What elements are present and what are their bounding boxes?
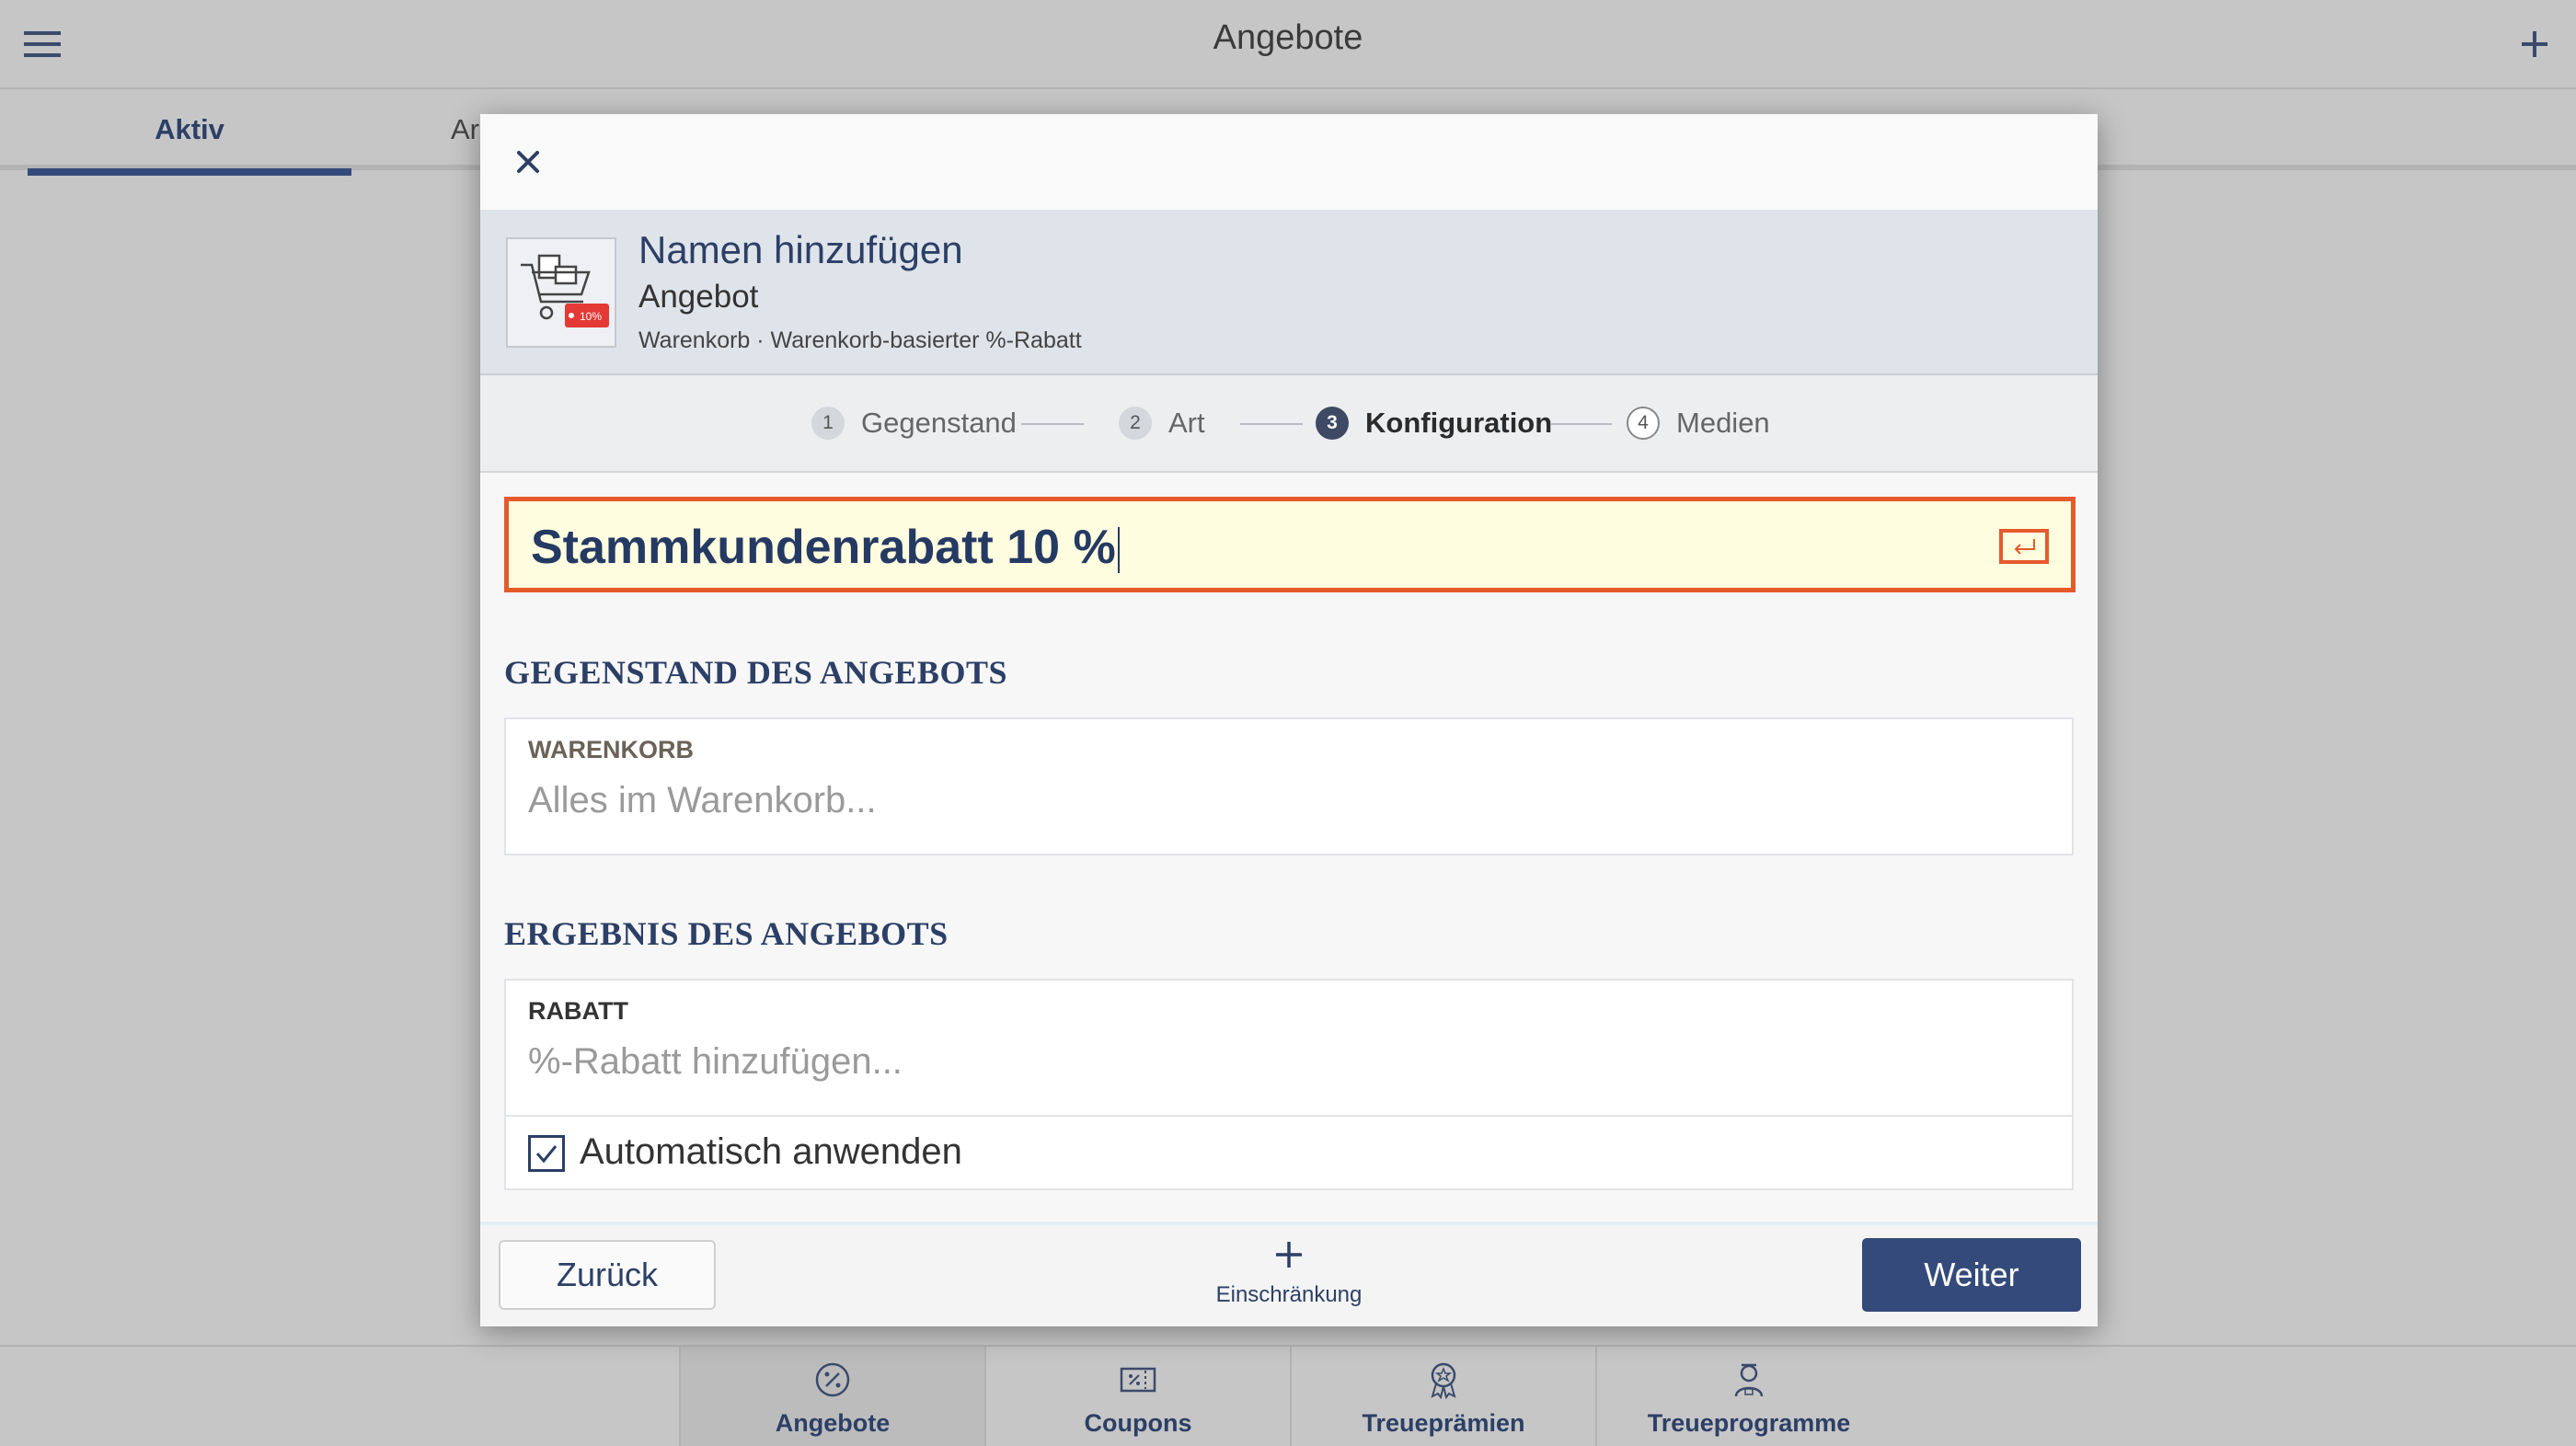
next-button[interactable]: Weiter [1862, 1238, 2081, 1312]
step-number: 3 [1316, 407, 1349, 440]
dialog-toolbar [480, 114, 2098, 210]
section-title-subject: GEGENSTAND DES ANGEBOTS [504, 654, 1007, 691]
nav-label: Coupons [1084, 1409, 1192, 1437]
badge-text: 10% [580, 310, 602, 323]
back-button[interactable]: Zurück [499, 1240, 716, 1310]
step-art[interactable]: 2 Art [1119, 405, 1205, 442]
nav-item-treueprogramme[interactable]: Treueprogramme [1595, 1347, 1901, 1446]
step-label: Medien [1676, 407, 1770, 439]
step-medien[interactable]: 4 Medien [1627, 405, 1770, 442]
page-title: Angebote [1213, 18, 1363, 57]
step-label: Art [1168, 407, 1205, 439]
nav-item-angebote[interactable]: Angebote [679, 1347, 984, 1446]
discount-field-value: %-Rabatt hinzufügen... [528, 1041, 903, 1082]
offer-name-input[interactable]: Stammkundenrabatt 10 % [504, 497, 2076, 592]
section-title-result: ERGEBNIS DES ANGEBOTS [504, 915, 949, 952]
step-number: 2 [1119, 407, 1152, 440]
person-badge-icon [1729, 1360, 1769, 1400]
discount-field-label: RABATT [528, 997, 628, 1025]
close-icon[interactable] [499, 132, 558, 191]
percent-badge-icon [812, 1360, 853, 1400]
auto-apply-label: Automatisch anwenden [580, 1131, 962, 1172]
nav-label: Treueprogramme [1647, 1409, 1851, 1437]
nav-item-treuepraemien[interactable]: Treueprämien [1290, 1347, 1595, 1446]
add-restriction-button[interactable]: Einschränkung [1197, 1236, 1381, 1308]
cart-discount-thumbnail: 10% [506, 237, 616, 348]
step-connector [1021, 423, 1084, 425]
offer-name: Namen hinzufügen [638, 228, 963, 271]
cart-field-value: Alles im Warenkorb... [528, 780, 877, 821]
step-number: 4 [1627, 407, 1660, 440]
discount-field[interactable]: RABATT %-Rabatt hinzufügen... [504, 979, 2074, 1117]
step-konfiguration[interactable]: 3 Konfiguration [1316, 405, 1552, 442]
step-number: 1 [811, 407, 845, 440]
offer-type: Angebot [638, 279, 759, 315]
offer-meta: Warenkorb · Warenkorb-basierter %-Rabatt [638, 327, 1082, 353]
bottom-navigation: Angebote Coupons Treueprämien Treueprogr… [0, 1345, 2576, 1446]
auto-apply-row[interactable]: Automatisch anwenden [504, 1115, 2074, 1190]
text-caret [1117, 527, 1120, 574]
offer-wizard-dialog: 10% Namen hinzufügen Angebot Warenkorb ·… [480, 114, 2098, 1326]
app-header: Angebote [0, 0, 2576, 89]
auto-apply-checkbox[interactable] [528, 1135, 565, 1172]
step-label: Gegenstand [861, 407, 1017, 439]
offer-name-text: Stammkundenrabatt 10 % [531, 521, 1116, 574]
plus-icon [1271, 1236, 1307, 1273]
tab-aktiv[interactable]: Aktiv [28, 89, 351, 176]
wizard-stepper: 1 Gegenstand 2 Art 3 Konfiguration 4 Med… [480, 375, 2098, 473]
offer-name-value: Stammkundenrabatt 10 % [531, 520, 1120, 575]
coupon-icon [1118, 1360, 1158, 1400]
step-label: Konfiguration [1365, 407, 1553, 439]
nav-label: Treueprämien [1362, 1409, 1525, 1437]
nav-item-coupons[interactable]: Coupons [984, 1347, 1290, 1446]
add-restriction-label: Einschränkung [1215, 1282, 1363, 1307]
cart-field-label: WARENKORB [528, 736, 694, 763]
add-icon[interactable] [2512, 22, 2558, 66]
step-gegenstand[interactable]: 1 Gegenstand [811, 405, 1017, 442]
step-connector [1551, 423, 1612, 425]
cart-field[interactable]: WARENKORB Alles im Warenkorb... [504, 717, 2074, 855]
enter-key-icon[interactable] [1999, 529, 2049, 564]
dialog-footer: Zurück Einschränkung Weiter [480, 1222, 2098, 1326]
nav-label: Angebote [775, 1409, 891, 1437]
step-connector [1240, 423, 1303, 425]
award-icon [1423, 1360, 1464, 1400]
offer-summary-header: 10% Namen hinzufügen Angebot Warenkorb ·… [480, 210, 2098, 375]
